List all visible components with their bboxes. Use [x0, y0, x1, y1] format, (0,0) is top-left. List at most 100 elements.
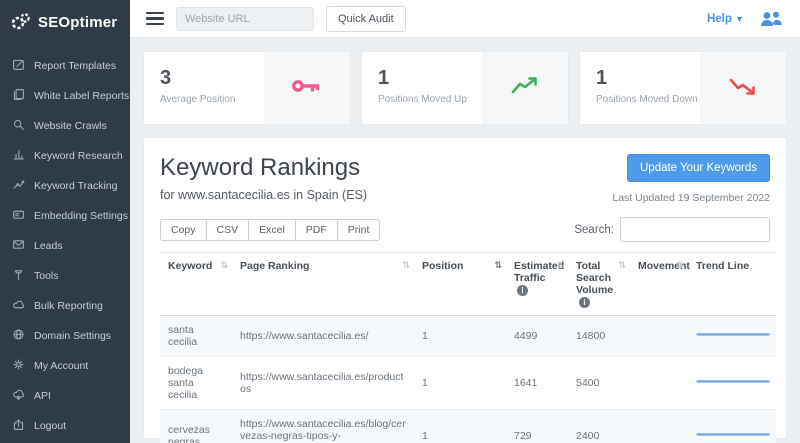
content-area: 3 Average Position 1 [130, 38, 800, 443]
stat-label: Positions Moved Down [596, 94, 700, 105]
sidebar-item-bulk-reporting[interactable]: Bulk Reporting [0, 291, 130, 321]
sidebar-item-domain-settings[interactable]: Domain Settings [0, 321, 130, 351]
sidebar-item-my-account[interactable]: My Account [0, 351, 130, 381]
sidebar-item-report-templates[interactable]: Report Templates [0, 51, 130, 81]
estimated-traffic-cell: 1641 [506, 357, 568, 410]
search-volume-cell: 2400 [568, 410, 630, 443]
stat-value: 1 [378, 66, 482, 90]
keyword-cell: bodega santa cecilia [160, 357, 232, 410]
sidebar-item-embedding-settings[interactable]: Embedding Settings [0, 201, 130, 231]
nav-item-label: White Label Reports [34, 90, 129, 102]
nav-item-label: My Account [34, 360, 88, 372]
stat-card-average-position: 3 Average Position [144, 52, 350, 124]
trend-down-icon [728, 75, 758, 102]
search-label: Search: [574, 224, 614, 236]
keyword-rankings-table: Keyword⇅ Page Ranking ⇅ Position ⇅ Estimated … [160, 252, 776, 443]
column-label: Page Ranking [240, 260, 309, 272]
last-updated-text: Last Updated 19 September 2022 [612, 192, 770, 204]
stat-value: 3 [160, 66, 264, 90]
brand-name: SEOptimer [38, 14, 117, 31]
chevron-down-icon: ▼ [735, 14, 744, 24]
stat-label: Average Position [160, 94, 264, 105]
info-icon[interactable]: i [579, 297, 590, 308]
csv-export-button[interactable]: CSV [207, 219, 250, 241]
brand-logo[interactable]: SEOptimer [0, 0, 130, 43]
menu-icon[interactable] [146, 12, 164, 26]
keyword-cell: santa cecilia [160, 316, 232, 357]
hammer-icon [12, 268, 25, 284]
sort-icon: ⇅ [402, 260, 410, 271]
info-icon[interactable]: i [517, 285, 528, 296]
column-header-page-ranking[interactable]: Page Ranking ⇅ [232, 253, 414, 316]
sort-icon: ⇅ [494, 260, 502, 271]
keyword-cell: cervezas negras [160, 410, 232, 443]
column-header-trend-line: Trend Line [688, 253, 776, 316]
nav-item-label: Tools [34, 270, 59, 282]
column-header-position[interactable]: Position ⇅ [414, 253, 506, 316]
page-ranking-cell: https://www.santacecilia.es/blog/cerveza… [232, 410, 414, 443]
envelope-icon [12, 238, 25, 254]
column-header-total-search-volume[interactable]: Total Search Volumei⇅ [568, 253, 630, 316]
update-keywords-button[interactable]: Update Your Keywords [627, 154, 770, 182]
sidebar-item-leads[interactable]: Leads [0, 231, 130, 261]
api-icon [12, 388, 25, 404]
help-menu[interactable]: Help ▼ [707, 13, 744, 25]
movement-cell [630, 357, 688, 410]
stat-value: 1 [596, 66, 700, 90]
sidebar-item-api[interactable]: API [0, 381, 130, 411]
account-users-icon[interactable] [758, 10, 784, 28]
sort-icon: ⇅ [618, 260, 626, 271]
nav-item-label: Logout [34, 420, 66, 432]
column-header-estimated-traffic[interactable]: Estimated Traffici⇅ [506, 253, 568, 316]
sort-icon: ⇅ [676, 260, 684, 271]
copy-export-button[interactable]: Copy [160, 219, 207, 241]
print-export-button[interactable]: Print [338, 219, 381, 241]
excel-export-button[interactable]: Excel [249, 219, 296, 241]
column-label: Position [422, 260, 463, 272]
movement-cell [630, 316, 688, 357]
stat-card-positions-moved-up: 1 Positions Moved Up [362, 52, 568, 124]
nav-item-label: Bulk Reporting [34, 300, 103, 312]
sidebar: SEOptimer Report Templates White Label R… [0, 0, 130, 443]
trend-line-cell [688, 357, 776, 410]
key-icon [290, 75, 324, 102]
table-row[interactable]: bodega santa cecilia https://www.santace… [160, 357, 776, 410]
search-icon [12, 118, 25, 134]
nav-item-label: API [34, 390, 51, 402]
page-ranking-cell: https://www.santacecilia.es/ [232, 316, 414, 357]
sidebar-item-keyword-tracking[interactable]: Keyword Tracking [0, 171, 130, 201]
search-input[interactable] [620, 217, 770, 242]
column-header-keyword[interactable]: Keyword⇅ [160, 253, 232, 316]
keyword-table-body: santa cecilia https://www.santacecilia.e… [160, 316, 776, 443]
sidebar-item-logout[interactable]: Logout [0, 411, 130, 441]
tracking-icon [12, 178, 25, 194]
website-url-input[interactable] [176, 7, 314, 31]
sidebar-item-website-crawls[interactable]: Website Crawls [0, 111, 130, 141]
globe-icon [12, 328, 25, 344]
trend-line-cell [688, 410, 776, 443]
page-title: Keyword Rankings [160, 154, 367, 182]
nav-item-label: Report Templates [34, 60, 116, 72]
quick-audit-button[interactable]: Quick Audit [326, 6, 406, 32]
pages-icon [12, 88, 25, 104]
table-row[interactable]: santa cecilia https://www.santacecilia.e… [160, 316, 776, 357]
page-ranking-cell: https://www.santacecilia.es/productos [232, 357, 414, 410]
column-header-movement[interactable]: Movement⇅ [630, 253, 688, 316]
estimated-traffic-cell: 4499 [506, 316, 568, 357]
pdf-export-button[interactable]: PDF [296, 219, 338, 241]
stats-row: 3 Average Position 1 [144, 52, 786, 124]
search-volume-cell: 5400 [568, 357, 630, 410]
gears-icon [10, 11, 32, 33]
sidebar-item-tools[interactable]: Tools [0, 261, 130, 291]
sidebar-item-keyword-research[interactable]: Keyword Research [0, 141, 130, 171]
trend-sparkline [696, 328, 770, 344]
bar-chart-icon [12, 148, 25, 164]
sidebar-item-white-label-reports[interactable]: White Label Reports [0, 81, 130, 111]
nav-item-label: Keyword Research [34, 150, 123, 162]
table-row[interactable]: cervezas negras https://www.santacecilia… [160, 410, 776, 443]
edit-icon [12, 58, 25, 74]
stat-card-positions-moved-down: 1 Positions Moved Down [580, 52, 786, 124]
column-label: Trend Line [696, 260, 749, 272]
cloud-icon [12, 298, 25, 314]
nav-item-label: Keyword Tracking [34, 180, 117, 192]
